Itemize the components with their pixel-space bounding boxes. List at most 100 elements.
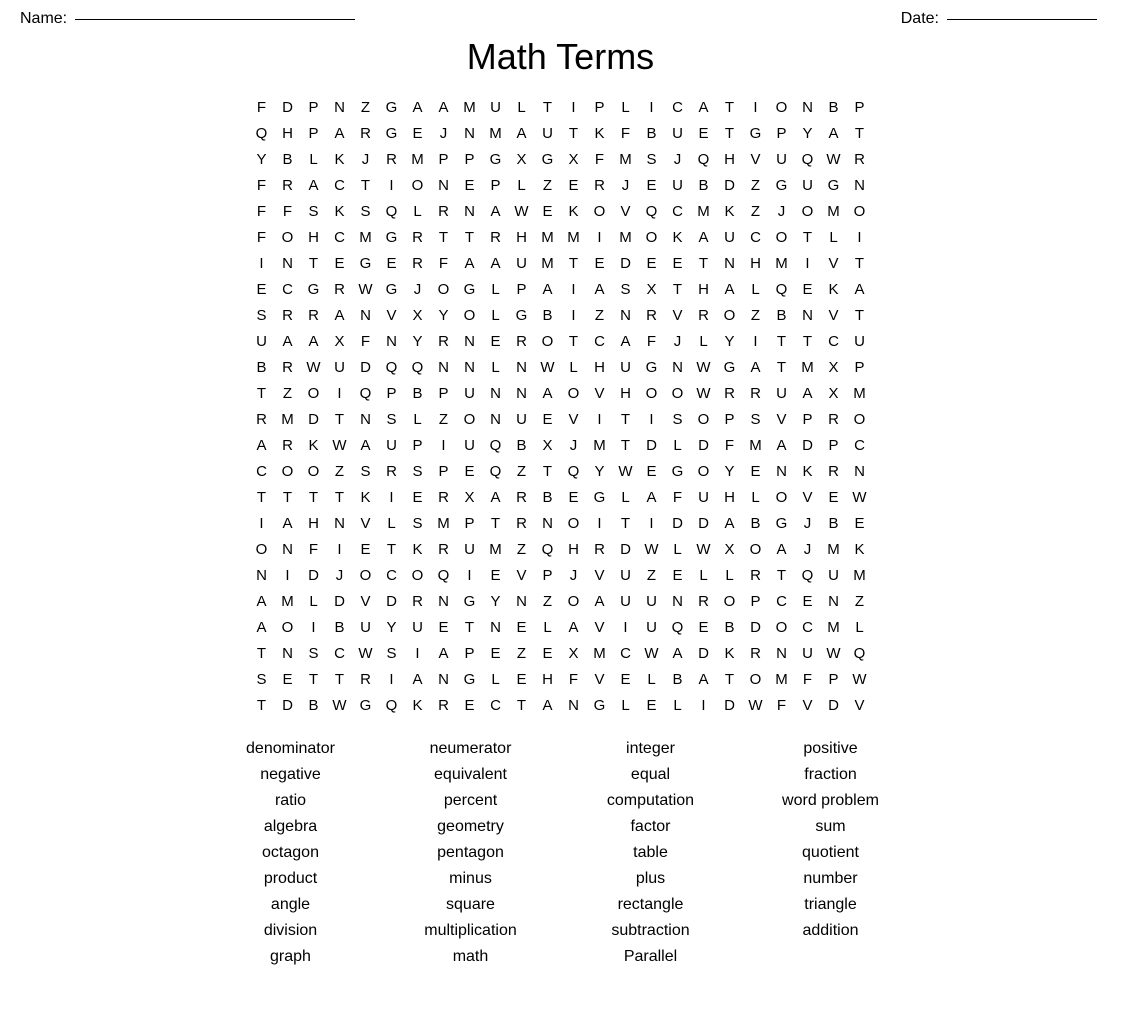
grid-cell: R bbox=[587, 172, 613, 198]
grid-cell: D bbox=[301, 406, 327, 432]
grid-cell: D bbox=[275, 94, 301, 120]
grid-cell: P bbox=[301, 120, 327, 146]
grid-cell: R bbox=[587, 536, 613, 562]
grid-cell: A bbox=[717, 276, 743, 302]
grid-cell: A bbox=[327, 120, 353, 146]
grid-cell: I bbox=[249, 250, 275, 276]
grid-cell: N bbox=[509, 380, 535, 406]
grid-cell: M bbox=[821, 614, 847, 640]
grid-cell: E bbox=[457, 692, 483, 718]
grid-cell: A bbox=[587, 276, 613, 302]
grid-cell: X bbox=[639, 276, 665, 302]
grid-cell: J bbox=[561, 432, 587, 458]
grid-cell: S bbox=[301, 640, 327, 666]
grid-cell: U bbox=[613, 354, 639, 380]
grid-cell: R bbox=[509, 328, 535, 354]
grid-cell: C bbox=[743, 224, 769, 250]
grid-cell: A bbox=[431, 640, 457, 666]
grid-cell: R bbox=[379, 146, 405, 172]
grid-cell: N bbox=[431, 172, 457, 198]
grid-cell: M bbox=[457, 94, 483, 120]
grid-cell: Z bbox=[587, 302, 613, 328]
grid-cell: M bbox=[483, 536, 509, 562]
grid-cell: G bbox=[379, 276, 405, 302]
grid-cell: T bbox=[509, 692, 535, 718]
grid-cell: N bbox=[327, 94, 353, 120]
grid-cell: A bbox=[301, 172, 327, 198]
word-item: word problem bbox=[741, 790, 921, 812]
grid-cell: T bbox=[249, 380, 275, 406]
word-item: addition bbox=[741, 920, 921, 942]
grid-cell: Q bbox=[249, 120, 275, 146]
grid-cell: E bbox=[665, 250, 691, 276]
grid-cell: E bbox=[353, 536, 379, 562]
grid-cell: K bbox=[353, 484, 379, 510]
grid-cell: O bbox=[275, 224, 301, 250]
grid-cell: P bbox=[509, 276, 535, 302]
grid-cell: A bbox=[691, 94, 717, 120]
grid-cell: U bbox=[613, 562, 639, 588]
grid-cell: B bbox=[665, 666, 691, 692]
grid-cell: D bbox=[353, 354, 379, 380]
grid-cell: R bbox=[743, 640, 769, 666]
grid-cell: Z bbox=[327, 458, 353, 484]
grid-cell: A bbox=[483, 250, 509, 276]
grid-cell: K bbox=[847, 536, 873, 562]
word-item: integer bbox=[561, 738, 741, 760]
grid-cell: V bbox=[587, 380, 613, 406]
grid-cell: N bbox=[457, 354, 483, 380]
grid-cell: W bbox=[847, 666, 873, 692]
grid-cell: P bbox=[587, 94, 613, 120]
grid-cell: Z bbox=[639, 562, 665, 588]
grid-cell: A bbox=[457, 250, 483, 276]
grid-cell: M bbox=[275, 588, 301, 614]
grid-cell: C bbox=[847, 432, 873, 458]
grid-cell: S bbox=[613, 276, 639, 302]
grid-cell: L bbox=[405, 198, 431, 224]
grid-cell: C bbox=[327, 172, 353, 198]
grid-cell: F bbox=[613, 120, 639, 146]
grid-cell: E bbox=[509, 666, 535, 692]
grid-cell: A bbox=[639, 484, 665, 510]
grid-cell: A bbox=[327, 302, 353, 328]
grid-cell: G bbox=[639, 354, 665, 380]
grid-cell: B bbox=[821, 94, 847, 120]
grid-cell: O bbox=[769, 484, 795, 510]
grid-cell: T bbox=[717, 666, 743, 692]
grid-cell: I bbox=[639, 510, 665, 536]
grid-cell: D bbox=[665, 510, 691, 536]
grid-cell: K bbox=[587, 120, 613, 146]
grid-cell: Q bbox=[353, 380, 379, 406]
grid-cell: T bbox=[457, 614, 483, 640]
grid-cell: D bbox=[691, 510, 717, 536]
grid-cell: B bbox=[327, 614, 353, 640]
grid-cell: D bbox=[717, 692, 743, 718]
grid-cell: O bbox=[431, 276, 457, 302]
grid-cell: V bbox=[847, 692, 873, 718]
grid-cell: T bbox=[535, 458, 561, 484]
grid-cell: T bbox=[613, 510, 639, 536]
grid-cell: R bbox=[431, 198, 457, 224]
grid-cell: T bbox=[483, 510, 509, 536]
grid-cell: E bbox=[535, 406, 561, 432]
grid-cell: R bbox=[743, 562, 769, 588]
grid-cell: M bbox=[587, 640, 613, 666]
grid-cell: C bbox=[483, 692, 509, 718]
word-item: sum bbox=[741, 816, 921, 838]
date-field: Date: bbox=[901, 10, 1101, 28]
grid-cell: Q bbox=[379, 198, 405, 224]
grid-cell: R bbox=[275, 302, 301, 328]
grid-cell: A bbox=[561, 614, 587, 640]
grid-cell: N bbox=[665, 354, 691, 380]
grid-cell: E bbox=[405, 484, 431, 510]
grid-cell: I bbox=[327, 536, 353, 562]
grid-cell: O bbox=[457, 406, 483, 432]
grid-cell: S bbox=[639, 146, 665, 172]
grid-cell: W bbox=[691, 380, 717, 406]
grid-cell: G bbox=[379, 224, 405, 250]
grid-cell: I bbox=[847, 224, 873, 250]
grid-cell: R bbox=[743, 380, 769, 406]
grid-cell: N bbox=[483, 614, 509, 640]
grid-cell: H bbox=[301, 224, 327, 250]
grid-cell: O bbox=[561, 588, 587, 614]
